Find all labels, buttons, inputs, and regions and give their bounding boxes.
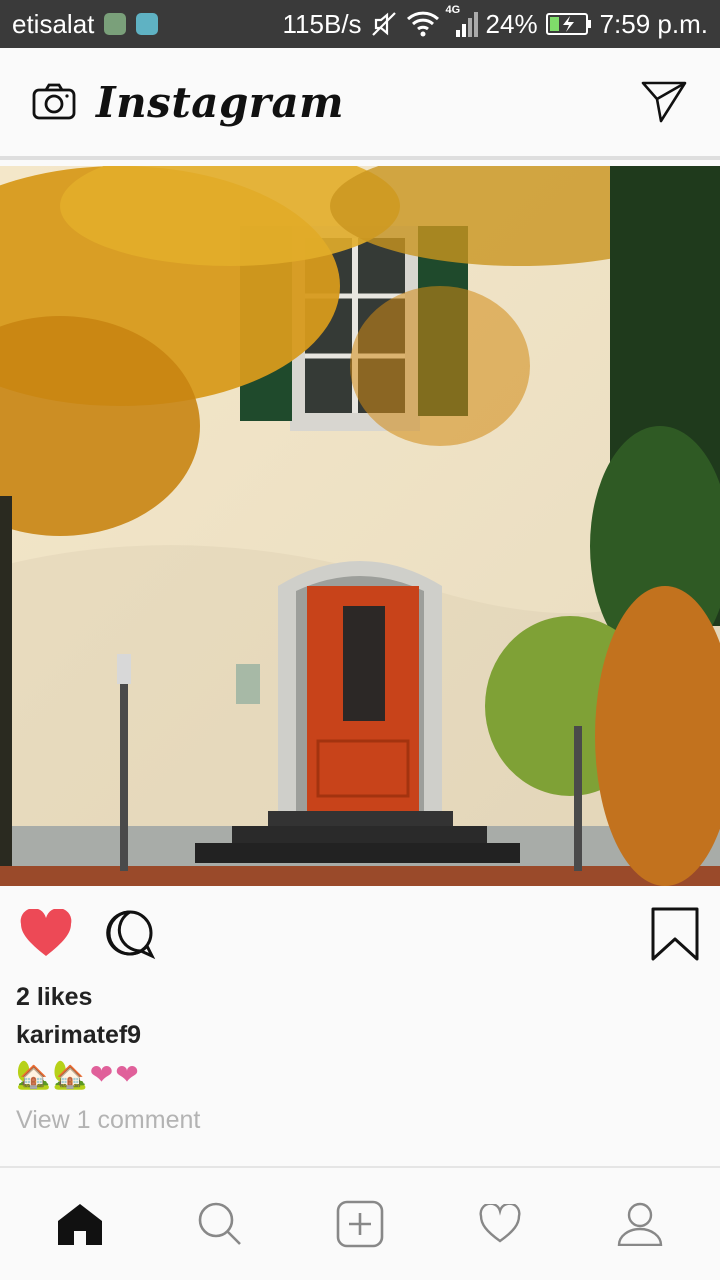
android-notification-icon xyxy=(136,13,159,35)
add-post-icon[interactable] xyxy=(315,1179,405,1269)
comment-icon[interactable] xyxy=(104,908,156,960)
battery-charging-icon xyxy=(545,12,592,36)
status-bar: etisalat 115B/s 4G 24% 7:59 p.m. xyxy=(0,0,720,48)
bookmark-icon[interactable] xyxy=(650,907,700,961)
profile-icon[interactable] xyxy=(595,1179,685,1269)
likes-count[interactable]: 2 likes xyxy=(16,983,92,1012)
post-caption: 🏡🏡❤❤ xyxy=(16,1059,141,1090)
instagram-logo: Instagram xyxy=(96,77,345,127)
wifi-icon xyxy=(406,10,440,38)
carrier-name: etisalat xyxy=(12,8,95,39)
post-actions xyxy=(0,886,720,982)
app-header: Instagram xyxy=(0,48,720,160)
view-comments-link[interactable]: View 1 comment xyxy=(16,1106,200,1135)
post-username[interactable]: karimatef9 xyxy=(16,1021,141,1050)
clock-time: 7:59 p.m. xyxy=(599,8,708,39)
bottom-navigation xyxy=(0,1166,720,1280)
activity-heart-icon[interactable] xyxy=(455,1179,545,1269)
status-right: 115B/s 4G 24% 7:59 p.m. xyxy=(282,4,708,40)
post-photo[interactable] xyxy=(0,166,720,886)
post-image-house-door xyxy=(0,166,720,886)
cellular-signal-icon: 4G xyxy=(446,4,478,38)
status-left: etisalat xyxy=(12,8,159,40)
battery-percent: 24% xyxy=(485,8,538,39)
camera-icon[interactable] xyxy=(32,82,76,122)
network-speed: 115B/s xyxy=(282,8,362,39)
send-icon[interactable] xyxy=(640,80,688,124)
search-icon[interactable] xyxy=(175,1179,265,1269)
home-icon[interactable] xyxy=(35,1179,125,1269)
notification-app-icon xyxy=(104,13,127,35)
mute-icon xyxy=(370,10,398,38)
like-heart-icon[interactable] xyxy=(18,909,74,959)
network-type: 4G xyxy=(445,4,461,16)
